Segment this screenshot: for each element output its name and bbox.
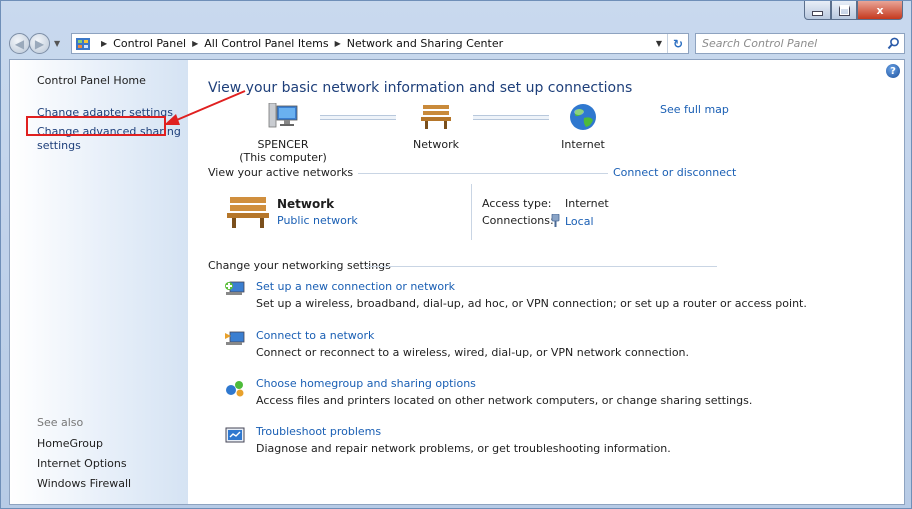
- breadcrumb-separator-icon: ▶: [334, 39, 341, 48]
- forward-arrow-icon: ▶: [34, 36, 45, 51]
- internet-options-link[interactable]: Internet Options: [37, 457, 127, 471]
- close-icon: x: [876, 3, 884, 17]
- access-type-value: Internet: [565, 197, 609, 210]
- connect-to-network-desc: Connect or reconnect to a wireless, wire…: [256, 346, 690, 359]
- control-panel-icon: [76, 37, 90, 50]
- network-type-link[interactable]: Public network: [277, 214, 358, 227]
- minimize-button[interactable]: [804, 1, 831, 20]
- close-button[interactable]: x: [857, 1, 903, 20]
- address-controls: ▼ ↻: [651, 34, 688, 53]
- connection-local-link[interactable]: Local: [565, 215, 594, 228]
- ethernet-icon: [551, 214, 560, 227]
- map-link-line: [320, 115, 396, 120]
- network-bench-icon: [227, 197, 269, 228]
- recent-pages-dropdown-icon[interactable]: ▼: [54, 39, 60, 48]
- map-network-label: Network: [413, 138, 459, 151]
- search-placeholder: Search Control Panel: [702, 37, 818, 50]
- new-connection-icon: [225, 281, 245, 295]
- search-icon[interactable]: [887, 37, 900, 50]
- map-computer-node[interactable]: SPENCER (This computer): [238, 102, 328, 164]
- bench-icon: [421, 105, 451, 129]
- vertical-divider: [471, 184, 472, 240]
- connect-or-disconnect-link[interactable]: Connect or disconnect: [613, 166, 736, 179]
- see-full-map-link[interactable]: See full map: [660, 103, 729, 116]
- refresh-icon[interactable]: ↻: [667, 34, 688, 53]
- help-icon[interactable]: ?: [886, 64, 900, 78]
- content-area: Control Panel Home Change adapter settin…: [9, 59, 905, 505]
- section-divider: [365, 266, 717, 267]
- setup-connection-link[interactable]: Set up a new connection or network: [256, 280, 455, 293]
- access-type-label: Access type:: [482, 197, 552, 210]
- active-networks-header: View your active networks: [208, 166, 354, 179]
- nav-buttons: ◀ ▶ ▼: [9, 32, 71, 56]
- breadcrumb-all-items[interactable]: All Control Panel Items: [204, 37, 328, 50]
- minimize-icon: [812, 10, 823, 16]
- homegroup-icon: [226, 381, 244, 397]
- back-button[interactable]: ◀: [9, 33, 30, 54]
- computer-subtitle: (This computer): [239, 151, 327, 164]
- connect-to-network-link[interactable]: Connect to a network: [256, 329, 374, 342]
- map-internet-label: Internet: [561, 138, 605, 151]
- connect-network-icon: [225, 331, 245, 345]
- forward-button[interactable]: ▶: [29, 33, 50, 54]
- map-link-line: [473, 115, 549, 120]
- homegroup-sharing-desc: Access files and printers located on oth…: [256, 394, 753, 407]
- maximize-button[interactable]: [831, 1, 857, 20]
- window: x ◀ ▶ ▼ ▶ Control Panel ▶ All Control Pa…: [0, 0, 912, 509]
- see-also-label: See also: [37, 416, 84, 429]
- active-network-name: Network: [277, 197, 335, 211]
- map-network-node[interactable]: Network: [401, 103, 471, 151]
- troubleshoot-desc: Diagnose and repair network problems, or…: [256, 442, 671, 455]
- breadcrumb-control-panel[interactable]: Control Panel: [113, 37, 186, 50]
- computer-icon: [268, 102, 298, 128]
- settings-header: Change your networking settings: [208, 259, 391, 272]
- control-panel-home-link[interactable]: Control Panel Home: [37, 74, 146, 88]
- troubleshoot-link[interactable]: Troubleshoot problems: [256, 425, 381, 438]
- address-row: ◀ ▶ ▼ ▶ Control Panel ▶ All Control Pane…: [9, 32, 905, 56]
- back-arrow-icon: ◀: [14, 36, 25, 51]
- homegroup-sharing-link[interactable]: Choose homegroup and sharing options: [256, 377, 476, 390]
- maximize-icon: [838, 4, 850, 16]
- address-dropdown-icon[interactable]: ▼: [651, 39, 667, 48]
- computer-name: SPENCER: [257, 138, 309, 151]
- setup-connection-desc: Set up a wireless, broadband, dial-up, a…: [256, 297, 807, 310]
- globe-icon: [570, 104, 596, 130]
- map-internet-node[interactable]: Internet: [553, 103, 613, 151]
- section-divider: [358, 173, 608, 174]
- windows-firewall-link[interactable]: Windows Firewall: [37, 477, 131, 491]
- connections-label: Connections:: [482, 214, 554, 227]
- breadcrumb-separator-icon: ▶: [192, 39, 199, 48]
- caption-buttons: x: [804, 1, 903, 20]
- breadcrumb-network-center[interactable]: Network and Sharing Center: [347, 37, 503, 50]
- search-input[interactable]: Search Control Panel: [695, 33, 905, 54]
- annotation-highlight-box: [26, 116, 166, 136]
- breadcrumb-separator-icon: ▶: [101, 39, 108, 48]
- address-bar[interactable]: ▶ Control Panel ▶ All Control Panel Item…: [71, 33, 689, 54]
- main-panel: ? View your basic network information an…: [188, 60, 904, 504]
- homegroup-link[interactable]: HomeGroup: [37, 437, 103, 451]
- change-advanced-sharing-link-cont[interactable]: settings: [37, 139, 81, 153]
- page-heading: View your basic network information and …: [208, 80, 633, 96]
- troubleshoot-icon: [225, 427, 245, 443]
- title-bar: x: [1, 1, 911, 31]
